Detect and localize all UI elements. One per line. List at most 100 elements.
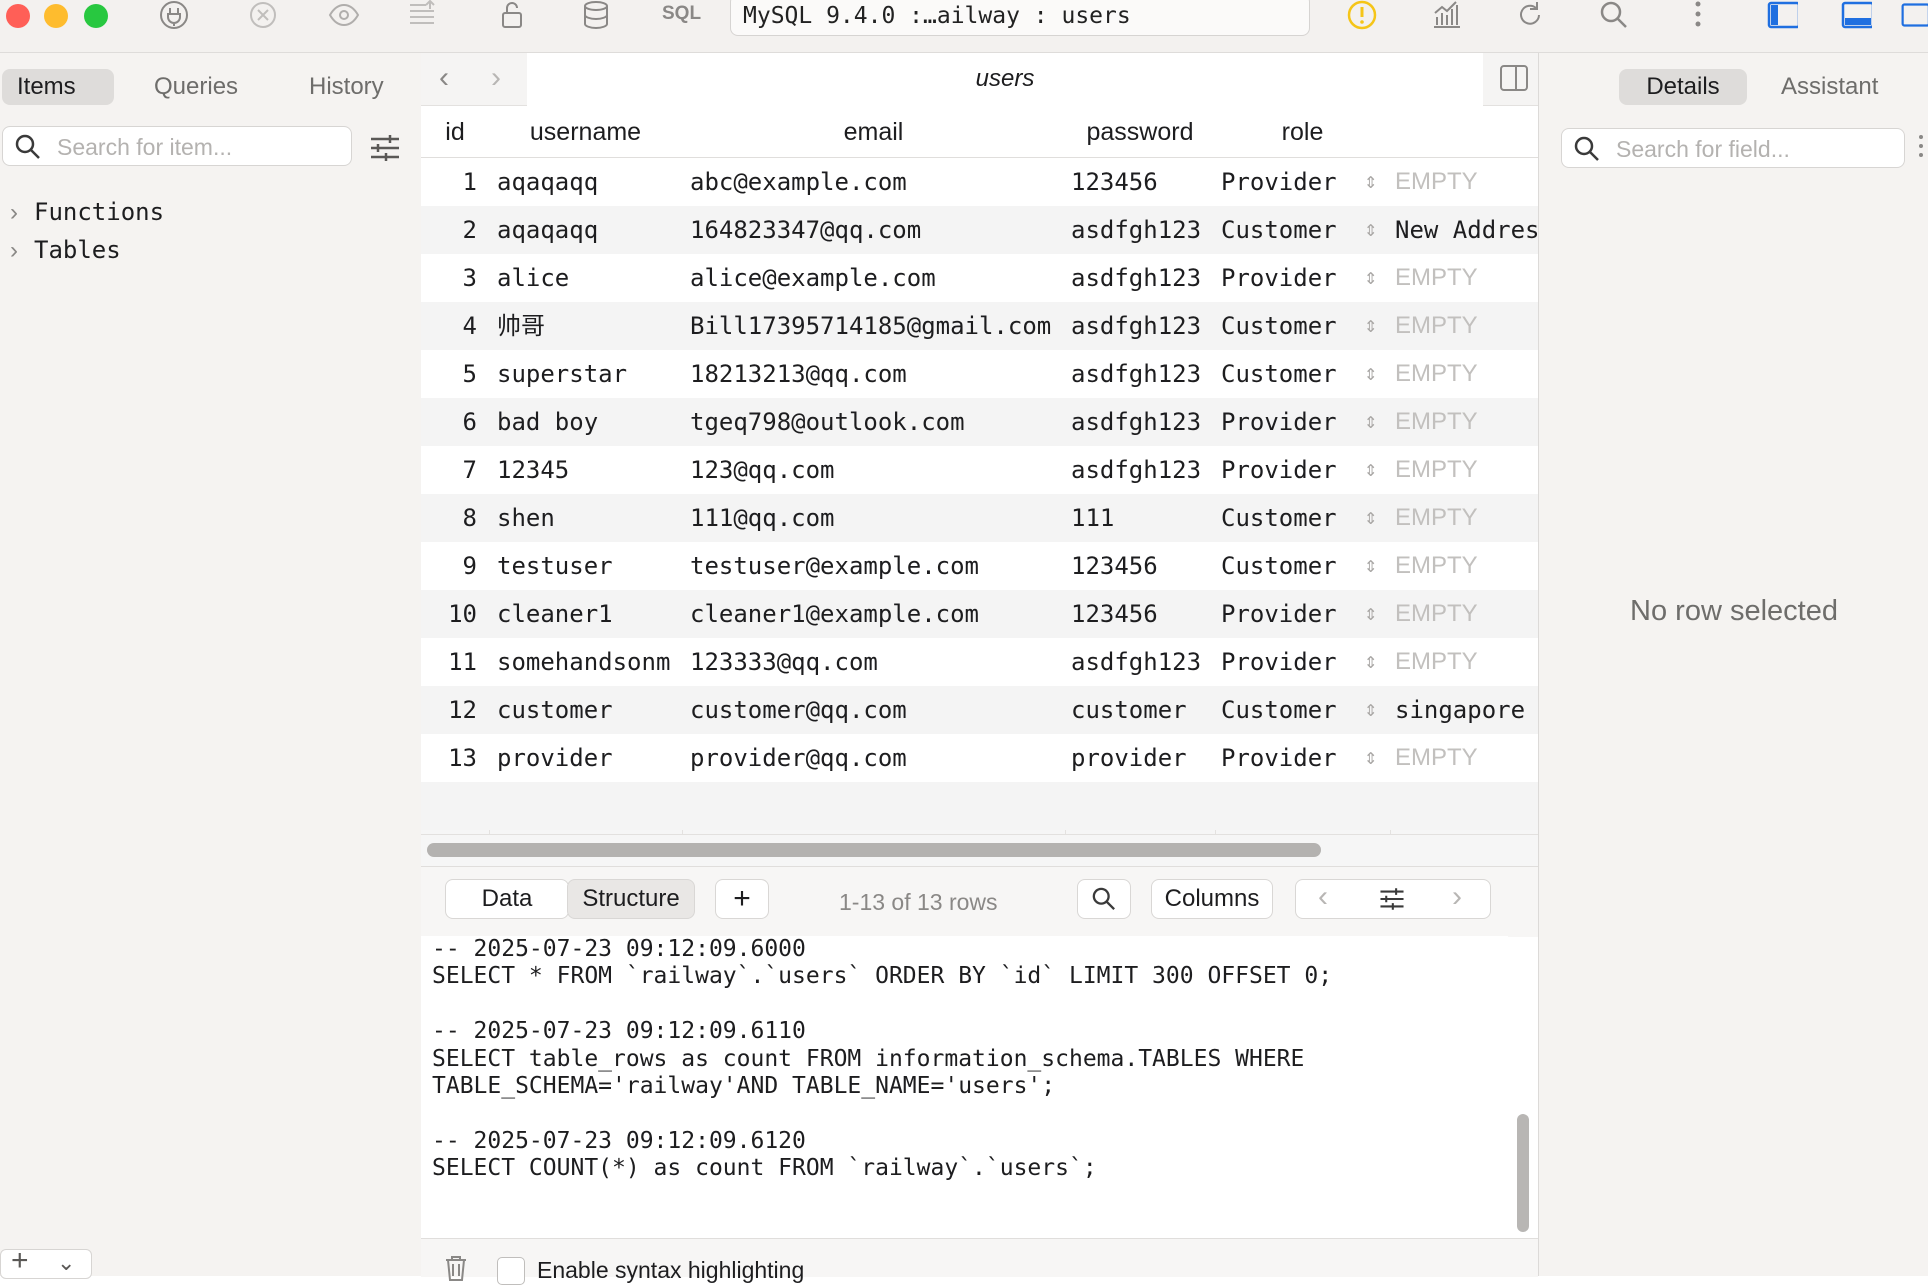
minimize-window-button[interactable] <box>44 4 68 28</box>
plug-icon[interactable] <box>152 0 196 30</box>
table-row[interactable]: 11 somehandsonm 123333@qq.com asdfgh123 Prov… <box>421 638 1538 686</box>
more-icon[interactable] <box>1919 135 1925 157</box>
cell-username[interactable]: superstar <box>497 350 679 398</box>
cell-username[interactable]: bad boy <box>497 398 679 446</box>
column-header[interactable]: email <box>682 106 1065 158</box>
cell-password[interactable]: 111 <box>1071 494 1216 542</box>
toggle-left-sidebar-icon[interactable] <box>1760 0 1804 30</box>
cell-password[interactable]: customer <box>1071 686 1216 734</box>
console-scrollbar[interactable] <box>1517 1114 1529 1232</box>
cell-id[interactable]: 7 <box>421 446 477 494</box>
search-button[interactable] <box>1077 879 1131 919</box>
next-page-icon[interactable]: › <box>1452 878 1462 916</box>
cell-email[interactable]: 111@qq.com <box>690 494 1065 542</box>
cell-username[interactable]: shen <box>497 494 679 542</box>
cell-username[interactable]: 帅哥 <box>497 302 679 350</box>
tab-queries[interactable]: Queries <box>154 69 238 105</box>
table-row[interactable]: 6 bad boy tgeq798@outlook.com asdfgh123 Prov… <box>421 398 1538 446</box>
cell-address[interactable]: EMPTY <box>1395 542 1538 590</box>
cell-id[interactable]: 5 <box>421 350 477 398</box>
role-stepper-icon[interactable]: ⇕ <box>1364 350 1386 398</box>
cell-address[interactable]: EMPTY <box>1395 158 1538 206</box>
tab-history[interactable]: History <box>309 69 384 105</box>
cell-id[interactable]: 1 <box>421 158 477 206</box>
cell-password[interactable]: asdfgh123 <box>1071 206 1216 254</box>
cell-email[interactable]: alice@example.com <box>690 254 1065 302</box>
syntax-highlight-checkbox[interactable] <box>497 1257 525 1285</box>
preview-eye-icon[interactable] <box>322 0 366 30</box>
role-stepper-icon[interactable]: ⇕ <box>1364 206 1386 254</box>
cell-address[interactable]: EMPTY <box>1395 350 1538 398</box>
cell-username[interactable]: provider <box>497 734 679 782</box>
horizontal-scrollbar[interactable] <box>427 843 1321 857</box>
cell-id[interactable]: 12 <box>421 686 477 734</box>
filter-settings-icon[interactable] <box>1376 885 1408 925</box>
cell-email[interactable]: 18213213@qq.com <box>690 350 1065 398</box>
table-row[interactable]: 12 customer customer@qq.com customer Custome… <box>421 686 1538 734</box>
cell-id[interactable]: 6 <box>421 398 477 446</box>
role-stepper-icon[interactable]: ⇕ <box>1364 494 1386 542</box>
cell-username[interactable]: somehandsonm <box>497 638 679 686</box>
cell-id[interactable]: 9 <box>421 542 477 590</box>
cell-username[interactable]: testuser <box>497 542 679 590</box>
cell-password[interactable]: 123456 <box>1071 158 1216 206</box>
cell-email[interactable]: cleaner1@example.com <box>690 590 1065 638</box>
cell-password[interactable]: asdfgh123 <box>1071 446 1216 494</box>
cell-id[interactable]: 4 <box>421 302 477 350</box>
filter-settings-icon[interactable] <box>368 131 402 165</box>
cell-address[interactable]: EMPTY <box>1395 446 1538 494</box>
cell-address[interactable]: EMPTY <box>1395 254 1538 302</box>
cell-password[interactable]: asdfgh123 <box>1071 638 1216 686</box>
cell-password[interactable]: 123456 <box>1071 590 1216 638</box>
tree-item-tables[interactable]: › Tables <box>10 236 121 265</box>
cell-password[interactable]: 123456 <box>1071 542 1216 590</box>
cell-email[interactable]: customer@qq.com <box>690 686 1065 734</box>
cell-email[interactable]: tgeq798@outlook.com <box>690 398 1065 446</box>
role-stepper-icon[interactable]: ⇕ <box>1364 302 1386 350</box>
cell-address[interactable]: EMPTY <box>1395 302 1538 350</box>
role-stepper-icon[interactable]: ⇕ <box>1364 590 1386 638</box>
cell-password[interactable]: asdfgh123 <box>1071 302 1216 350</box>
cell-email[interactable]: provider@qq.com <box>690 734 1065 782</box>
role-stepper-icon[interactable]: ⇕ <box>1364 686 1386 734</box>
cell-email[interactable]: abc@example.com <box>690 158 1065 206</box>
cell-password[interactable]: asdfgh123 <box>1071 350 1216 398</box>
role-stepper-icon[interactable]: ⇕ <box>1364 638 1386 686</box>
table-tab[interactable]: users <box>527 53 1483 106</box>
cell-id[interactable]: 13 <box>421 734 477 782</box>
add-icon[interactable]: + <box>11 1244 29 1278</box>
column-header[interactable]: password <box>1065 106 1215 158</box>
cell-email[interactable]: Bill17395714185@gmail.com <box>690 302 1065 350</box>
cell-address[interactable]: EMPTY <box>1395 734 1538 782</box>
zoom-window-button[interactable] <box>84 4 108 28</box>
cell-id[interactable]: 10 <box>421 590 477 638</box>
cell-username[interactable]: cleaner1 <box>497 590 679 638</box>
trash-icon[interactable] <box>443 1255 469 1286</box>
cell-address[interactable]: EMPTY <box>1395 638 1538 686</box>
role-stepper-icon[interactable]: ⇕ <box>1364 254 1386 302</box>
sql-editor-button[interactable]: SQL <box>662 3 701 25</box>
more-options-icon[interactable] <box>1676 0 1720 30</box>
column-header[interactable]: role <box>1215 106 1390 158</box>
database-icon[interactable] <box>574 0 618 30</box>
cell-username[interactable]: customer <box>497 686 679 734</box>
table-row[interactable]: 9 testuser testuser@example.com 123456 Custo… <box>421 542 1538 590</box>
connection-title[interactable]: MySQL 9.4.0 :…ailway : users <box>730 0 1310 36</box>
table-row[interactable]: 5 superstar 18213213@qq.com asdfgh123 Custom… <box>421 350 1538 398</box>
cell-email[interactable]: testuser@example.com <box>690 542 1065 590</box>
column-header[interactable]: id <box>421 106 489 158</box>
cell-address[interactable]: EMPTY <box>1395 398 1538 446</box>
column-header[interactable]: username <box>489 106 682 158</box>
cell-password[interactable]: asdfgh123 <box>1071 254 1216 302</box>
cell-email[interactable]: 123333@qq.com <box>690 638 1065 686</box>
table-row[interactable]: 10 cleaner1 cleaner1@example.com 123456 Prov… <box>421 590 1538 638</box>
tab-items[interactable]: Items <box>2 69 114 105</box>
chevron-down-icon[interactable]: ⌄ <box>57 1250 75 1276</box>
close-window-button[interactable] <box>6 4 30 28</box>
cell-id[interactable]: 3 <box>421 254 477 302</box>
tree-item-functions[interactable]: › Functions <box>10 198 164 227</box>
metrics-chart-icon[interactable] <box>1424 0 1468 30</box>
tab-structure[interactable]: Structure <box>567 879 695 919</box>
role-stepper-icon[interactable]: ⇕ <box>1364 158 1386 206</box>
cell-password[interactable]: provider <box>1071 734 1216 782</box>
